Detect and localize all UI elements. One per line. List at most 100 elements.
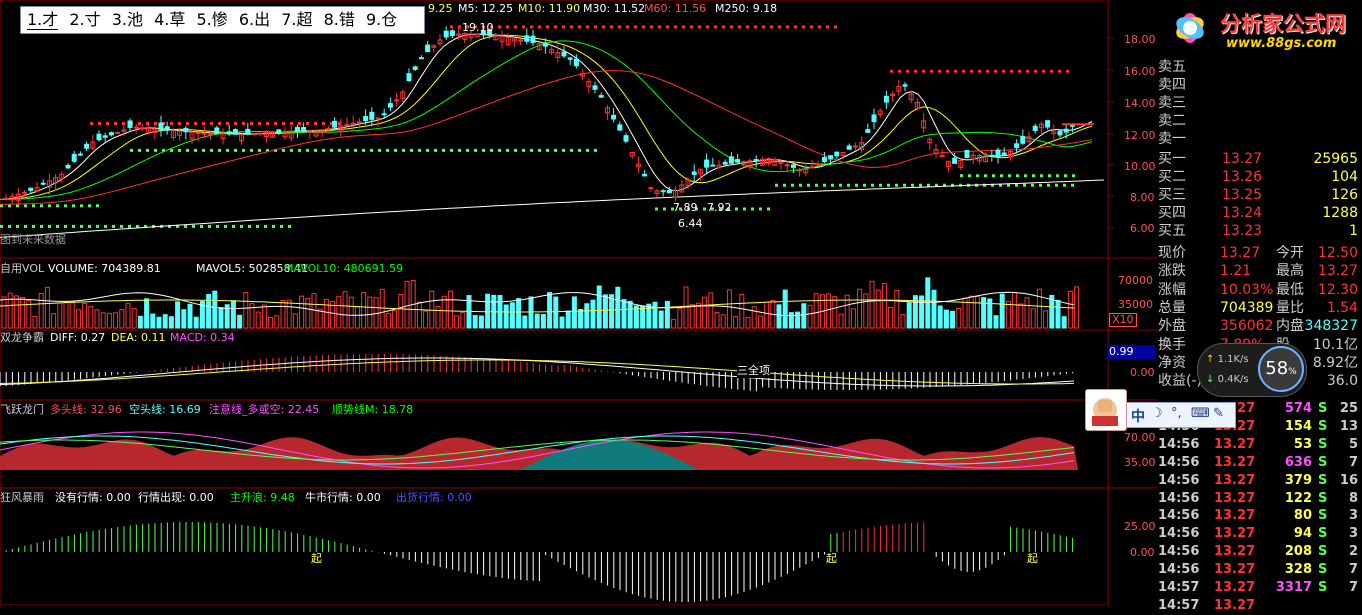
signal-dot: [994, 69, 997, 73]
candle-body: [418, 57, 424, 60]
signal-dot: [138, 148, 141, 152]
punctuation-icon[interactable]: °,: [1171, 406, 1182, 421]
tick-count: 3: [1348, 508, 1358, 524]
speed-widget[interactable]: ↑ 1.1K/s ↓ 0.4K/s 58%: [1197, 343, 1307, 397]
candle-body: [728, 156, 734, 164]
tick-count: 25: [1339, 401, 1358, 416]
signal-dot: [306, 122, 309, 125]
signal-dot: [1008, 174, 1011, 178]
volume-bar: [956, 307, 962, 329]
tick-row: 14:56 13.27 379 S 16: [1158, 472, 1362, 490]
vol-axis-35000: 35000: [1118, 298, 1153, 311]
ime-candidate-8[interactable]: 8.错: [324, 10, 355, 29]
volume-bar: [168, 316, 174, 329]
candle-body: [443, 30, 449, 38]
signal-dot: [192, 224, 195, 228]
volume-bar: [621, 299, 627, 329]
signal-dot: [322, 148, 325, 152]
tick-row: 14:56 13.27 636 S 7: [1158, 454, 1362, 472]
volume-bar: [813, 293, 819, 329]
axis-6: 6.00: [1130, 222, 1155, 235]
ime-mode[interactable]: 中: [1131, 406, 1145, 426]
signal-dot: [650, 25, 653, 29]
signal-dot: [16, 224, 19, 228]
moon-icon[interactable]: ☽: [1151, 406, 1163, 421]
volume-bar: [509, 302, 515, 329]
signal-dot: [72, 204, 75, 208]
signal-dot: [930, 69, 933, 73]
ime-candidate-1[interactable]: 1.才: [27, 10, 59, 30]
ime-status-bar[interactable]: 中 ☽ °, ⌨ ✎: [1085, 389, 1236, 431]
volume-bar: [317, 308, 323, 329]
signal-dot: [978, 69, 981, 73]
candle-body: [797, 169, 803, 172]
tick-volume: 208: [1284, 544, 1312, 560]
signal-dot: [1018, 69, 1021, 73]
ime-avatar-icon[interactable]: [1085, 389, 1127, 431]
candle-body: [722, 161, 728, 165]
volume-bar: [999, 293, 1005, 329]
ime-candidate-5[interactable]: 5.惨: [197, 10, 228, 29]
ime-candidate-7[interactable]: 7.超: [281, 10, 312, 29]
signal-dot: [80, 204, 83, 208]
volume-bar: [125, 302, 131, 329]
ma5-value: M5: 12.25: [458, 2, 514, 15]
axis-10: 10.00: [1124, 160, 1156, 173]
candle-body: [363, 116, 369, 122]
ma60-value: M60: 11.56: [644, 2, 707, 15]
volume-bar: [354, 306, 360, 329]
volume-bar: [44, 286, 50, 329]
signal-dot: [56, 224, 59, 228]
tick-count: 8: [1348, 490, 1358, 506]
signal-dot: [703, 207, 706, 211]
signal-dot: [815, 183, 818, 187]
volume-bar: [708, 292, 714, 329]
volume-bar: [801, 303, 807, 329]
candle-body: [251, 133, 257, 136]
volume-bar: [230, 300, 236, 329]
keyboard-icon[interactable]: ⌨: [1191, 406, 1210, 421]
volume-bar: [559, 316, 565, 329]
ma10-line: [0, 34, 1093, 200]
signal-dot: [80, 224, 83, 228]
tick-count: 13: [1339, 418, 1358, 434]
volume-bar: [75, 309, 81, 329]
signal-dot: [250, 148, 253, 152]
signal-dot: [831, 183, 834, 187]
signal-dot: [234, 148, 237, 152]
signal-dot: [802, 25, 805, 29]
buy-price: 13.26: [1222, 169, 1263, 185]
volume-bar: [187, 303, 193, 329]
candle-body: [809, 166, 815, 169]
signal-dot: [64, 204, 67, 208]
volume-bar: [590, 299, 596, 329]
candle-body: [195, 132, 201, 135]
signal-dot: [767, 207, 770, 211]
signal-dot: [626, 25, 629, 29]
tick-side: S: [1318, 418, 1328, 434]
buy-volume: 25965: [1313, 151, 1358, 167]
signal-dot: [1034, 69, 1037, 73]
ime-candidate-9[interactable]: 9.仓: [366, 10, 397, 29]
ime-candidate-6[interactable]: 6.出: [239, 10, 270, 29]
ime-candidate-3[interactable]: 3.池: [112, 10, 143, 29]
axis-16: 16.00: [1124, 65, 1156, 78]
signal-dot: [240, 224, 243, 228]
ime-candidate-2[interactable]: 2.寸: [69, 10, 100, 29]
signal-dot: [879, 183, 882, 187]
volume-bar: [361, 292, 367, 329]
volume-bar: [677, 308, 683, 329]
volume-bar: [516, 298, 522, 329]
ime-candidate-window[interactable]: 1.才 2.寸 3.池 4.草 5.惨 6.出 7.超 8.错 9.仓: [20, 6, 425, 34]
volume-bar: [857, 288, 863, 329]
volume-bar: [485, 293, 491, 329]
wrench-icon[interactable]: ✎: [1213, 406, 1224, 421]
volume-bar: [379, 288, 385, 329]
ime-candidate-4[interactable]: 4.草: [154, 10, 185, 29]
tick-side: S: [1318, 454, 1328, 470]
candle-body: [530, 35, 536, 44]
quote-value-1: 10.03%: [1220, 281, 1274, 298]
kline-chart[interactable]: [0, 0, 1158, 605]
volume-bar: [193, 316, 199, 329]
candle-body: [369, 111, 375, 120]
